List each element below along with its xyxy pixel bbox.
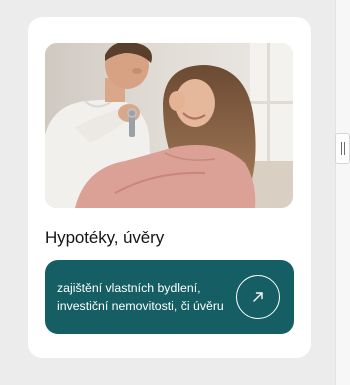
mortgages-cta-button[interactable]: zajištění vlastních bydlení, investiční … [45,260,294,334]
service-card: Hypotéky, úvěry zajištění vlastních bydl… [28,17,311,358]
card-title: Hypotéky, úvěry [45,228,165,247]
grip-line [343,142,345,155]
page: Hypotéky, úvěry zajištění vlastních bydl… [0,0,350,385]
side-panel-edge [335,0,350,385]
arrow-up-right-icon[interactable] [236,275,280,319]
grip-line [340,142,342,155]
resize-handle[interactable] [335,133,350,164]
couple-with-keys-image [45,43,293,208]
cta-description: zajištění vlastních bydlení, investiční … [57,281,224,313]
